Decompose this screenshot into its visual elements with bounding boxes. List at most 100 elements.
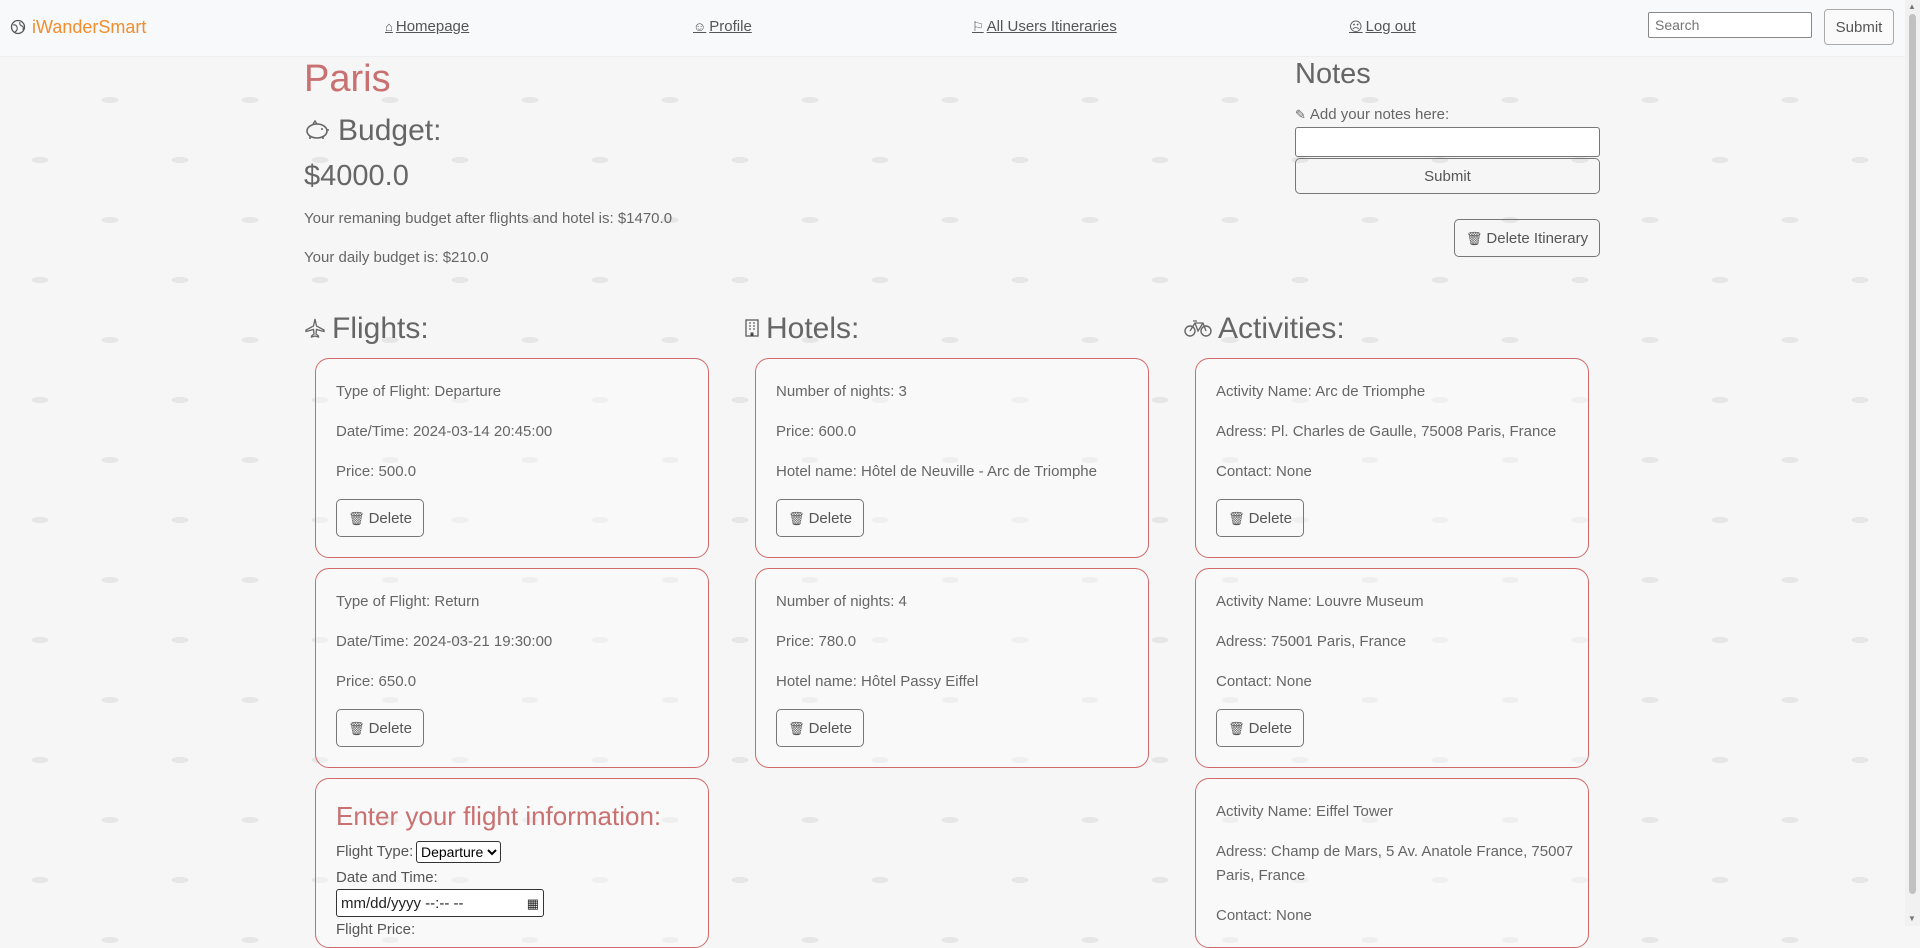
search-input[interactable] (1648, 12, 1812, 38)
hotel-name: Hotel name: Hôtel de Neuville - Arc de T… (776, 463, 1097, 480)
activity-address-line1: Adress: Champ de Mars, 5 Av. Anatole Fra… (1216, 843, 1574, 860)
signpost-icon: ⚐ (972, 19, 984, 34)
flight-price: Price: 650.0 (336, 673, 417, 690)
remaining-budget: Your remaning budget after flights and h… (304, 210, 673, 227)
flight-price: Price: 500.0 (336, 463, 417, 480)
flight-datetime: Date/Time: 2024-03-14 20:45:00 (336, 423, 553, 440)
activity-name: Activity Name: Arc de Triomphe (1216, 383, 1426, 400)
hotel-nights: Number of nights: 3 (776, 383, 907, 400)
delete-hotel-button[interactable]: 🗑 Delete (776, 499, 864, 537)
flight-type: Type of Flight: Departure (336, 383, 502, 400)
notes-input[interactable] (1295, 127, 1600, 157)
activity-card: Activity Name: Arc de Triomphe Adress: P… (1195, 358, 1589, 558)
flight-card: Type of Flight: Departure Date/Time: 202… (315, 358, 709, 558)
hotel-nights: Number of nights: 4 (776, 593, 907, 610)
activity-name: Activity Name: Eiffel Tower (1216, 803, 1394, 820)
nav-homepage-label: Homepage (395, 18, 470, 35)
nav-profile[interactable]: ☺ Profile (693, 18, 752, 35)
hotels-heading: Hotels: (744, 312, 859, 346)
nav-all-itineraries[interactable]: ⚐ All Users Itineraries (972, 18, 1117, 35)
delete-label: Delete (1248, 719, 1292, 737)
flight-price-label: Flight Price: (336, 921, 416, 938)
delete-label: Delete (368, 509, 412, 527)
scroll-down-icon[interactable]: ▼ (1908, 914, 1916, 923)
activity-card: Activity Name: Eiffel Tower Adress: Cham… (1195, 778, 1589, 948)
flight-type-label: Flight Type: (336, 843, 414, 860)
notes-label-text: Add your notes here: (1309, 106, 1450, 123)
delete-label: Delete (1248, 509, 1292, 527)
hotels-heading-label: Hotels: (766, 312, 860, 345)
nav-logout[interactable]: ☹ Log out (1349, 18, 1416, 35)
calendar-icon[interactable]: ▦ (527, 897, 539, 910)
flights-heading-label: Flights: (332, 312, 429, 345)
brand[interactable]: iWanderSmart (10, 17, 146, 38)
scroll-thumb[interactable] (1909, 14, 1916, 894)
delete-activity-button[interactable]: 🗑 Delete (1216, 709, 1304, 747)
activity-address: Adress: 75001 Paris, France (1216, 633, 1407, 650)
nav-profile-label: Profile (709, 18, 752, 35)
brand-label: iWanderSmart (32, 17, 147, 37)
hotel-price: Price: 600.0 (776, 423, 857, 440)
activities-heading-label: Activities: (1218, 312, 1345, 345)
flight-type-select[interactable]: Departure (416, 841, 501, 863)
notes-heading: Notes (1295, 58, 1371, 90)
flight-form-card: Enter your flight information: Flight Ty… (315, 778, 709, 948)
datetime-input[interactable]: mm/dd/yyyy --:-- -- ▦ (336, 889, 544, 917)
activity-name: Activity Name: Louvre Museum (1216, 593, 1424, 610)
hotel-card: Number of nights: 3 Price: 600.0 Hotel n… (755, 358, 1149, 558)
trash-icon: 🗑 (788, 510, 805, 526)
flight-type: Type of Flight: Return (336, 593, 480, 610)
trash-icon: 🗑 (1228, 720, 1245, 736)
budget-value: $4000.0 (304, 160, 409, 192)
search-button[interactable]: Submit (1824, 9, 1894, 45)
flight-form-title: Enter your flight information: (336, 801, 662, 831)
airplane-icon (304, 317, 326, 341)
piggy-bank-icon (304, 119, 330, 143)
daily-budget: Your daily budget is: $210.0 (304, 249, 489, 266)
building-icon (744, 318, 760, 340)
delete-label: Delete (368, 719, 412, 737)
datetime-label: Date and Time: (336, 869, 438, 886)
datetime-placeholder: mm/dd/yyyy --:-- -- (341, 894, 464, 912)
nav-all-itineraries-label: All Users Itineraries (986, 18, 1117, 35)
scrollbar[interactable]: ▲ ▼ (1905, 0, 1920, 926)
trash-icon: 🗑 (348, 720, 365, 736)
notes-label: ✎ Add your notes here: (1295, 106, 1449, 123)
notes-submit-button[interactable]: Submit (1295, 158, 1600, 194)
hotel-price: Price: 780.0 (776, 633, 857, 650)
bicycle-icon (1184, 319, 1212, 339)
pencil-icon: ✎ (1295, 107, 1306, 122)
nav-homepage[interactable]: ⌂ Homepage (385, 18, 469, 35)
delete-itinerary-label: Delete Itinerary (1486, 229, 1589, 247)
activities-heading: Activities: (1184, 312, 1345, 346)
scroll-up-icon[interactable]: ▲ (1908, 2, 1916, 11)
budget-heading-label: Budget: (338, 114, 442, 147)
delete-flight-button[interactable]: 🗑 Delete (336, 709, 424, 747)
activity-contact: Contact: None (1216, 907, 1312, 924)
flight-datetime: Date/Time: 2024-03-21 19:30:00 (336, 633, 553, 650)
hotel-card: Number of nights: 4 Price: 780.0 Hotel n… (755, 568, 1149, 768)
house-icon: ⌂ (385, 19, 393, 34)
delete-label: Delete (808, 719, 852, 737)
flight-card: Type of Flight: Return Date/Time: 2024-0… (315, 568, 709, 768)
budget-heading: Budget: (304, 114, 441, 148)
trash-icon: 🗑 (1465, 230, 1483, 246)
trash-icon: 🗑 (1228, 510, 1245, 526)
globe-icon (10, 19, 26, 37)
activity-contact: Contact: None (1216, 673, 1312, 690)
navbar: iWanderSmart ⌂ Homepage ☺ Profile ⚐ All … (0, 0, 1905, 57)
delete-activity-button[interactable]: 🗑 Delete (1216, 499, 1304, 537)
page-title: Paris (304, 58, 391, 100)
trash-icon: 🗑 (348, 510, 365, 526)
activity-address: Adress: Pl. Charles de Gaulle, 75008 Par… (1216, 423, 1557, 440)
trash-icon: 🗑 (788, 720, 805, 736)
delete-flight-button[interactable]: 🗑 Delete (336, 499, 424, 537)
nav-logout-label: Log out (1365, 18, 1416, 35)
activity-card: Activity Name: Louvre Museum Adress: 750… (1195, 568, 1589, 768)
frown-icon: ☹ (1349, 19, 1363, 34)
delete-itinerary-button[interactable]: 🗑 Delete Itinerary (1454, 219, 1600, 257)
delete-hotel-button[interactable]: 🗑 Delete (776, 709, 864, 747)
activity-contact: Contact: None (1216, 463, 1312, 480)
activity-address-line2: Paris, France (1216, 867, 1306, 884)
hotel-name: Hotel name: Hôtel Passy Eiffel (776, 673, 979, 690)
